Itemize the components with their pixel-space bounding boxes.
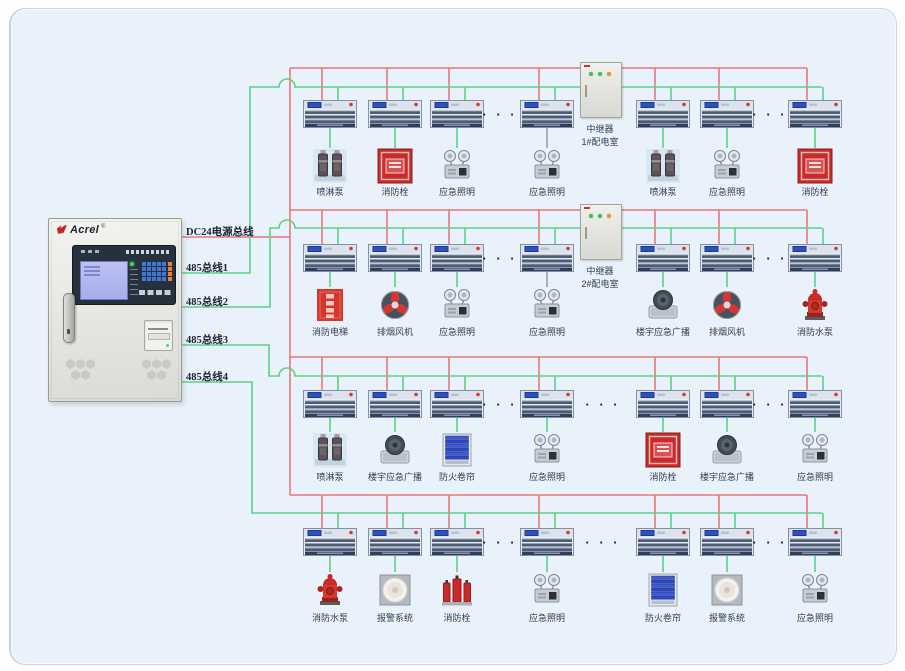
- device-label: 应急照明: [770, 470, 860, 483]
- continuation-dots: · · ·: [482, 251, 518, 266]
- continuation-dots: · · ·: [752, 251, 788, 266]
- power-monitor-module: [788, 390, 842, 418]
- power-monitor-module: [303, 100, 357, 128]
- hydrant-box-icon: [377, 148, 413, 184]
- device-label: 消防栓: [770, 185, 860, 198]
- power-monitor-module: [368, 390, 422, 418]
- spray-pump-icon: [312, 148, 348, 184]
- continuation-dots: · · ·: [482, 535, 518, 550]
- emergency-light-icon: [529, 148, 565, 184]
- smoke-fan-icon: [377, 287, 413, 323]
- power-monitor-module: [700, 244, 754, 272]
- device-label: 楼宇应急广播: [682, 470, 772, 483]
- power-monitor-module: [788, 244, 842, 272]
- emergency-light-icon: [439, 148, 475, 184]
- spray-pump-icon: [312, 432, 348, 468]
- hydrant-box-icon: [645, 432, 681, 468]
- device-label: 报警系统: [682, 611, 772, 624]
- continuation-dots: · · ·: [752, 397, 788, 412]
- hydrant-box-icon: [797, 148, 833, 184]
- device-label: 应急照明: [502, 470, 592, 483]
- fire-pump-icon: [797, 287, 833, 323]
- power-monitor-module: [636, 528, 690, 556]
- power-monitor-module: [303, 528, 357, 556]
- repeater-led-green2: [598, 72, 602, 76]
- fire-pump-icon: [312, 572, 348, 608]
- emergency-light-icon: [797, 572, 833, 608]
- broadcast-icon: [377, 432, 413, 468]
- emergency-light-icon: [439, 287, 475, 323]
- emergency-light-icon: [529, 572, 565, 608]
- device-label: 应急照明: [502, 185, 592, 198]
- repeater-name: 中继器: [560, 122, 640, 135]
- broadcast-icon: [645, 287, 681, 323]
- continuation-dots: · · ·: [585, 397, 621, 412]
- power-monitor-module: [636, 390, 690, 418]
- power-monitor-module: [700, 100, 754, 128]
- continuation-dots: · · ·: [482, 397, 518, 412]
- repeater-cabinet: [580, 204, 622, 260]
- repeater-name: 中继器: [560, 264, 640, 277]
- device-label: 应急照明: [682, 185, 772, 198]
- power-monitor-module: [636, 244, 690, 272]
- continuation-dots: · · ·: [482, 107, 518, 122]
- power-monitor-module: [303, 390, 357, 418]
- continuation-dots: · · ·: [752, 535, 788, 550]
- repeater-led-green2: [598, 214, 602, 218]
- alarm-icon: [709, 572, 745, 608]
- repeater-led-green: [589, 72, 593, 76]
- device-label: 消防水泵: [770, 325, 860, 338]
- power-monitor-module: [700, 390, 754, 418]
- repeater-led-green: [589, 214, 593, 218]
- power-monitor-module: [788, 100, 842, 128]
- fire-elevator-icon: [312, 287, 348, 323]
- power-monitor-module: [700, 528, 754, 556]
- device-label: 排烟风机: [682, 325, 772, 338]
- repeater-brand-mark: [584, 65, 590, 67]
- alarm-icon: [377, 572, 413, 608]
- device-label: 应急照明: [412, 185, 502, 198]
- fire-shutter-icon: [439, 432, 475, 468]
- emergency-light-icon: [797, 432, 833, 468]
- power-monitor-module: [430, 390, 484, 418]
- continuation-dots: · · ·: [585, 535, 621, 550]
- power-monitor-module: [303, 244, 357, 272]
- power-monitor-module: [430, 528, 484, 556]
- repeater-brand-mark: [584, 207, 590, 209]
- broadcast-icon: [709, 432, 745, 468]
- repeater-led-orange: [607, 214, 611, 218]
- device-rows: 喷淋泵 消防栓 应急照明· · ·: [0, 0, 905, 671]
- power-monitor-module: [368, 100, 422, 128]
- device-label: 防火卷帘: [412, 470, 502, 483]
- continuation-dots: · · ·: [752, 107, 788, 122]
- device-label: 应急照明: [412, 325, 502, 338]
- smoke-fan-icon: [709, 287, 745, 323]
- emergency-light-icon: [709, 148, 745, 184]
- repeater-location: 2#配电室: [560, 277, 640, 290]
- device-label: 消防栓: [412, 611, 502, 624]
- power-monitor-module: [368, 244, 422, 272]
- spray-pump-icon: [645, 148, 681, 184]
- repeater-door-handle: [585, 85, 587, 97]
- repeater-cabinet: [580, 62, 622, 118]
- repeater-led-orange: [607, 72, 611, 76]
- device-label: 应急照明: [502, 325, 592, 338]
- power-monitor-module: [430, 244, 484, 272]
- topology-diagram-canvas: Acrel ®: [0, 0, 905, 671]
- power-monitor-module: [520, 528, 574, 556]
- fire-shutter-icon: [645, 572, 681, 608]
- emergency-light-icon: [529, 432, 565, 468]
- power-monitor-module: [430, 100, 484, 128]
- power-monitor-module: [368, 528, 422, 556]
- power-monitor-module: [636, 100, 690, 128]
- device-label: 应急照明: [502, 611, 592, 624]
- extinguishers-icon: [439, 572, 475, 608]
- device-label: 应急照明: [770, 611, 860, 624]
- power-monitor-module: [788, 528, 842, 556]
- power-monitor-module: [520, 390, 574, 418]
- emergency-light-icon: [529, 287, 565, 323]
- repeater-location: 1#配电室: [560, 135, 640, 148]
- repeater-door-handle: [585, 227, 587, 239]
